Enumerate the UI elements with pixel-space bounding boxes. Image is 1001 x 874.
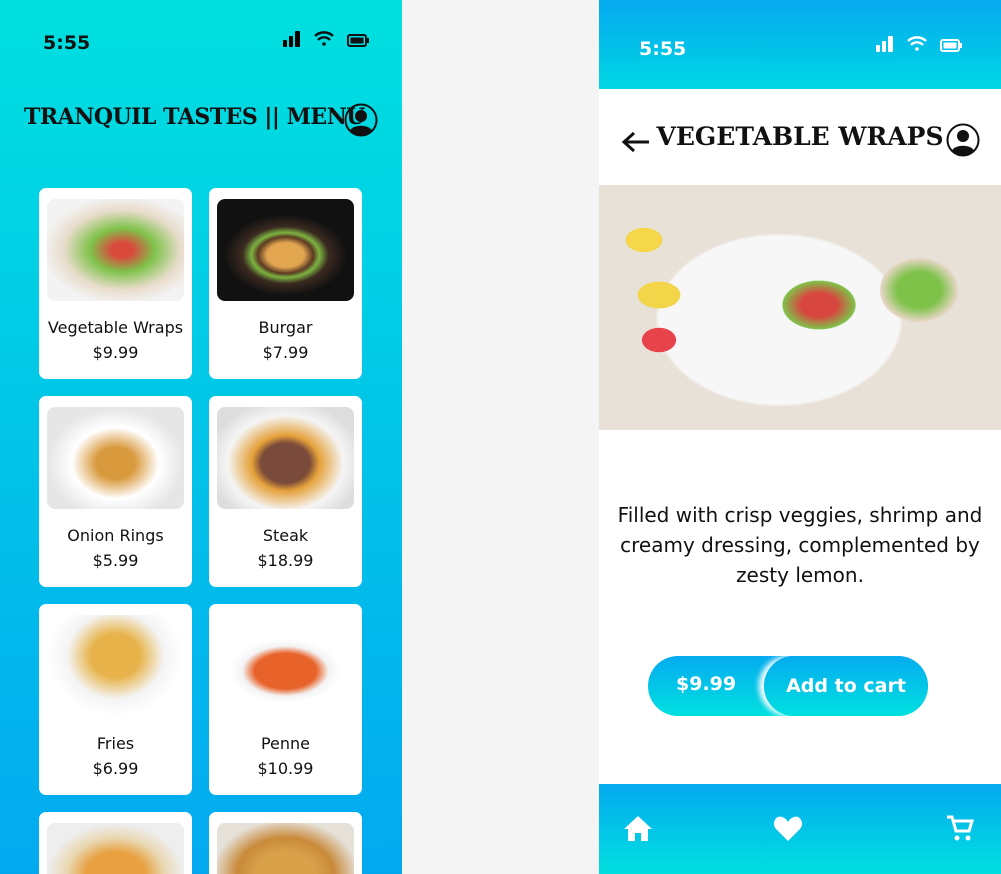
item-name: Onion Rings (67, 526, 164, 545)
profile-avatar-icon[interactable] (344, 103, 378, 137)
item-price: $9.99 (92, 343, 139, 362)
cart-icon[interactable] (945, 814, 975, 844)
menu-item-card[interactable]: Burgar $7.99 (209, 188, 362, 379)
food-image (217, 823, 354, 874)
item-price: $10.99 (257, 759, 314, 778)
item-name: Burgar (258, 318, 313, 337)
status-time: 5:55 (639, 38, 687, 60)
detail-screen: 5:55 VEGETABLE WRAPS Filled with crisp v… (599, 0, 1001, 874)
wifi-icon (907, 36, 927, 51)
menu-item-card[interactable]: Penne $10.99 (209, 604, 362, 795)
menu-item-card[interactable] (209, 812, 362, 874)
food-image (47, 199, 184, 301)
food-image (47, 407, 184, 509)
menu-item-card[interactable]: Fries $6.99 (39, 604, 192, 795)
menu-item-card[interactable]: Vegetable Wraps $9.99 (39, 188, 192, 379)
item-name: Fries (96, 734, 135, 753)
home-icon[interactable] (623, 814, 653, 842)
status-bar: 5:55 (599, 0, 1001, 89)
item-name: Vegetable Wraps (47, 318, 184, 337)
menu-item-card[interactable]: Steak $18.99 (209, 396, 362, 587)
food-image (217, 199, 354, 301)
bottom-nav (599, 784, 1001, 874)
page-title: VEGETABLE WRAPS (656, 122, 944, 151)
add-to-cart-button[interactable]: Add to cart (764, 656, 928, 716)
battery-icon (347, 34, 369, 47)
page-title: TRANQUIL TASTES || MENU (24, 104, 366, 130)
food-image (47, 823, 184, 874)
item-price: $6.99 (92, 759, 139, 778)
food-image (217, 407, 354, 509)
item-description: Filled with crisp veggies, shrimp and cr… (617, 503, 983, 587)
item-price: $7.99 (262, 343, 309, 362)
item-price: $18.99 (257, 551, 314, 570)
heart-icon[interactable] (773, 815, 803, 842)
status-time: 5:55 (43, 32, 91, 54)
signal-icon (283, 31, 300, 47)
menu-screen: 5:55 TRANQUIL TASTES || MENU Vegetable W… (0, 0, 402, 874)
menu-item-card[interactable]: Onion Rings $5.99 (39, 396, 192, 587)
item-name: Steak (262, 526, 309, 545)
price-cart-control: $9.99 Add to cart (648, 656, 928, 716)
food-image (47, 615, 184, 717)
signal-icon (876, 36, 893, 52)
battery-icon (940, 39, 962, 52)
item-name: Penne (260, 734, 311, 753)
food-hero-image (599, 185, 1001, 430)
item-price: $5.99 (92, 551, 139, 570)
status-icons (876, 35, 962, 52)
status-icons (283, 30, 369, 47)
item-price: $9.99 (676, 673, 737, 695)
profile-avatar-icon[interactable] (946, 123, 980, 157)
food-image (217, 615, 354, 717)
menu-item-card[interactable] (39, 812, 192, 874)
wifi-icon (314, 31, 334, 46)
